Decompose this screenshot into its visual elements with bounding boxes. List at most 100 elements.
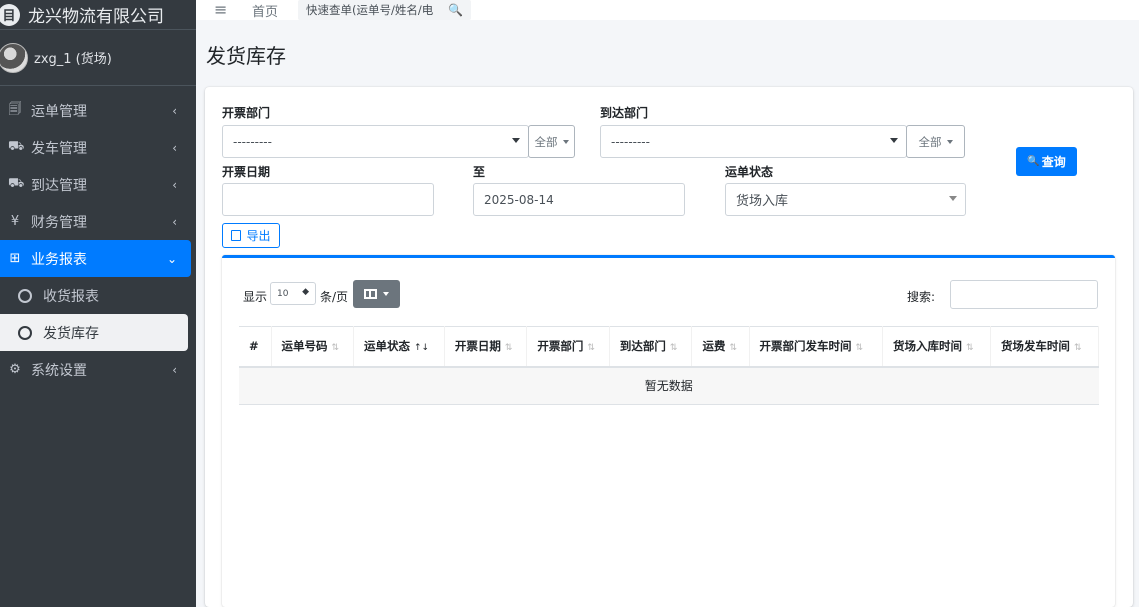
circle-icon	[18, 325, 32, 340]
brand-link[interactable]: 目 龙兴物流有限公司	[0, 0, 196, 30]
status-value: 货场入库	[736, 194, 789, 209]
column-header-label: 运单号码	[281, 339, 328, 354]
arrive-dept-all-label: 全部	[918, 134, 942, 149]
column-header[interactable]: 到达部门 ⇅	[609, 326, 693, 368]
columns-icon	[364, 289, 377, 299]
search-icon[interactable]: 🔍	[448, 3, 463, 17]
search-icon: 🔍	[1027, 156, 1040, 167]
arrive-dept-select[interactable]: ---------	[600, 125, 907, 158]
column-header-label: 开票日期	[454, 339, 501, 354]
search-label: 搜索:	[907, 290, 936, 304]
column-header-label: 运单状态	[364, 339, 411, 354]
arrive-dept-label: 到达部门	[600, 106, 649, 120]
issue-date-input[interactable]	[222, 183, 434, 216]
column-header-label: 货场发车时间	[1000, 339, 1070, 354]
caret-down-icon	[949, 196, 957, 201]
brand-logo-icon: 目	[0, 3, 20, 26]
to-date-input[interactable]: 2025-08-14	[473, 183, 685, 216]
page-length-select[interactable]: 10 ◆	[270, 282, 316, 305]
file-export-icon	[231, 230, 242, 241]
issue-dept-all-label: 全部	[534, 134, 558, 149]
brand-name: 龙兴物流有限公司	[28, 7, 164, 27]
sidebar-item-dispatch[interactable]: ⛟ 发车管理 ‹	[0, 129, 191, 166]
column-header[interactable]: 开票部门发车时间 ⇅	[749, 326, 883, 368]
quick-search-input[interactable]	[306, 3, 445, 17]
sort-icon: ⇅	[855, 343, 864, 354]
sidebar-item-arrival[interactable]: ⛟ 到达管理 ‹	[0, 166, 191, 203]
status-label: 运单状态	[725, 165, 774, 179]
results-table: # 运单号码 ⇅ 运单状态 ↑↓ 开票日期 ⇅ 开票部门 ⇅ 到达部门 ⇅ 运费 ⇅ 开票部…	[239, 326, 1100, 405]
results-card: 显示 10 ◆ 条/页 搜索: # 运单号码 ⇅ 运单状态 ↑↓ 开票日期 ⇅ 开票部…	[222, 255, 1115, 607]
sort-icon: ⇅	[504, 343, 513, 354]
circle-icon	[18, 288, 32, 303]
issue-dept-label: 开票部门	[222, 106, 271, 120]
table-row: 暂无数据	[239, 366, 1099, 405]
sidebar-item-label: 运单管理	[31, 103, 87, 120]
chevron-left-icon: ‹	[172, 362, 177, 377]
caret-down-icon	[562, 139, 569, 144]
truck-loading-icon: ⛟	[8, 176, 25, 191]
chevron-down-icon: ⌄	[166, 251, 177, 266]
caret-down-icon	[890, 138, 898, 143]
caret-down-icon	[946, 139, 953, 144]
caret-down-icon	[383, 292, 389, 296]
table-header-row: # 运单号码 ⇅ 运单状态 ↑↓ 开票日期 ⇅ 开票部门 ⇅ 到达部门 ⇅ 运费 ⇅ 开票部…	[239, 326, 1100, 368]
column-header[interactable]: 运单号码 ⇅	[271, 326, 355, 368]
yen-icon: ¥	[10, 214, 20, 229]
column-header-label: 开票部门	[537, 339, 584, 354]
issue-dept-value: ---------	[233, 134, 272, 149]
column-header-label: 货场入库时间	[892, 339, 962, 354]
sort-icon: ⇅	[965, 343, 974, 354]
sort-icon: ⇅	[587, 343, 595, 354]
page-length-value: 10	[277, 288, 289, 299]
column-header-label: 到达部门	[619, 339, 666, 354]
user-panel[interactable]: zxg_1 (货场)	[0, 30, 196, 86]
sidebar-item-waybill[interactable]: 🗐 运单管理 ‹	[0, 92, 191, 129]
page-title: 发货库存	[206, 44, 286, 68]
per-page-label: 条/页	[320, 290, 349, 304]
sidebar-item-reports[interactable]: ⊞ 业务报表 ⌄	[0, 240, 191, 277]
issue-dept-all-button[interactable]: 全部	[528, 125, 575, 158]
sidebar-item-finance[interactable]: ¥ 财务管理 ‹	[0, 203, 191, 240]
updown-icon: ◆	[302, 287, 309, 297]
caret-down-icon	[512, 138, 520, 143]
column-header-label: #	[249, 339, 259, 354]
column-header[interactable]: 运费 ⇅	[691, 326, 750, 368]
table-search-input[interactable]	[950, 280, 1098, 309]
menu-toggle-icon[interactable]: ≡	[214, 2, 230, 18]
sidebar-nav: 🗐 运单管理 ‹ ⛟ 发车管理 ‹ ⛟ 到达管理 ‹ ¥ 财务管理 ‹ ⊞ 业务…	[0, 86, 196, 388]
sort-icon: ⇅	[669, 343, 678, 354]
query-button[interactable]: 🔍 查询	[1016, 147, 1077, 176]
sidebar: 目 龙兴物流有限公司 zxg_1 (货场) 🗐 运单管理 ‹ ⛟ 发车管理 ‹ …	[0, 0, 196, 607]
sidebar-subitem-shipping-stock[interactable]: 发货库存	[0, 314, 188, 351]
column-header[interactable]: 货场发车时间 ⇅	[990, 326, 1100, 368]
column-header[interactable]: #	[239, 326, 272, 368]
sort-icon: ⇅	[729, 343, 737, 354]
sort-icon: ⇅	[331, 343, 340, 354]
sidebar-subitem-receipt-report[interactable]: 收货报表	[0, 277, 188, 314]
sort-asc-icon: ↑↓	[414, 343, 430, 354]
filter-card: 开票部门 --------- 全部 到达部门 --------- 全部 🔍 查询…	[205, 87, 1133, 607]
column-header[interactable]: 运单状态 ↑↓	[353, 326, 445, 368]
sort-icon: ⇅	[1073, 343, 1082, 354]
avatar	[0, 42, 28, 73]
column-header-label: 开票部门发车时间	[759, 339, 852, 354]
sidebar-item-settings[interactable]: ⚙ 系统设置 ‹	[0, 351, 191, 388]
column-header[interactable]: 货场入库时间 ⇅	[882, 326, 991, 368]
user-name: zxg_1 (货场)	[34, 52, 112, 67]
chevron-left-icon: ‹	[172, 140, 177, 155]
home-link[interactable]: 首页	[252, 1, 278, 20]
arrive-dept-value: ---------	[611, 134, 650, 149]
arrive-dept-all-button[interactable]: 全部	[906, 125, 965, 158]
column-header[interactable]: 开票部门 ⇅	[526, 326, 610, 368]
column-header[interactable]: 开票日期 ⇅	[444, 326, 528, 368]
status-select[interactable]: 货场入库	[725, 183, 966, 216]
issue-dept-select[interactable]: ---------	[222, 125, 529, 158]
export-button[interactable]: 导出	[222, 223, 280, 248]
top-navbar: ≡ 首页 🔍	[196, 0, 1139, 20]
sidebar-item-label: 业务报表	[31, 251, 87, 268]
table-icon: ⊞	[9, 251, 21, 266]
truck-icon: ⛟	[8, 139, 25, 154]
column-visibility-button[interactable]	[353, 280, 400, 308]
sidebar-item-label: 发车管理	[31, 140, 87, 157]
